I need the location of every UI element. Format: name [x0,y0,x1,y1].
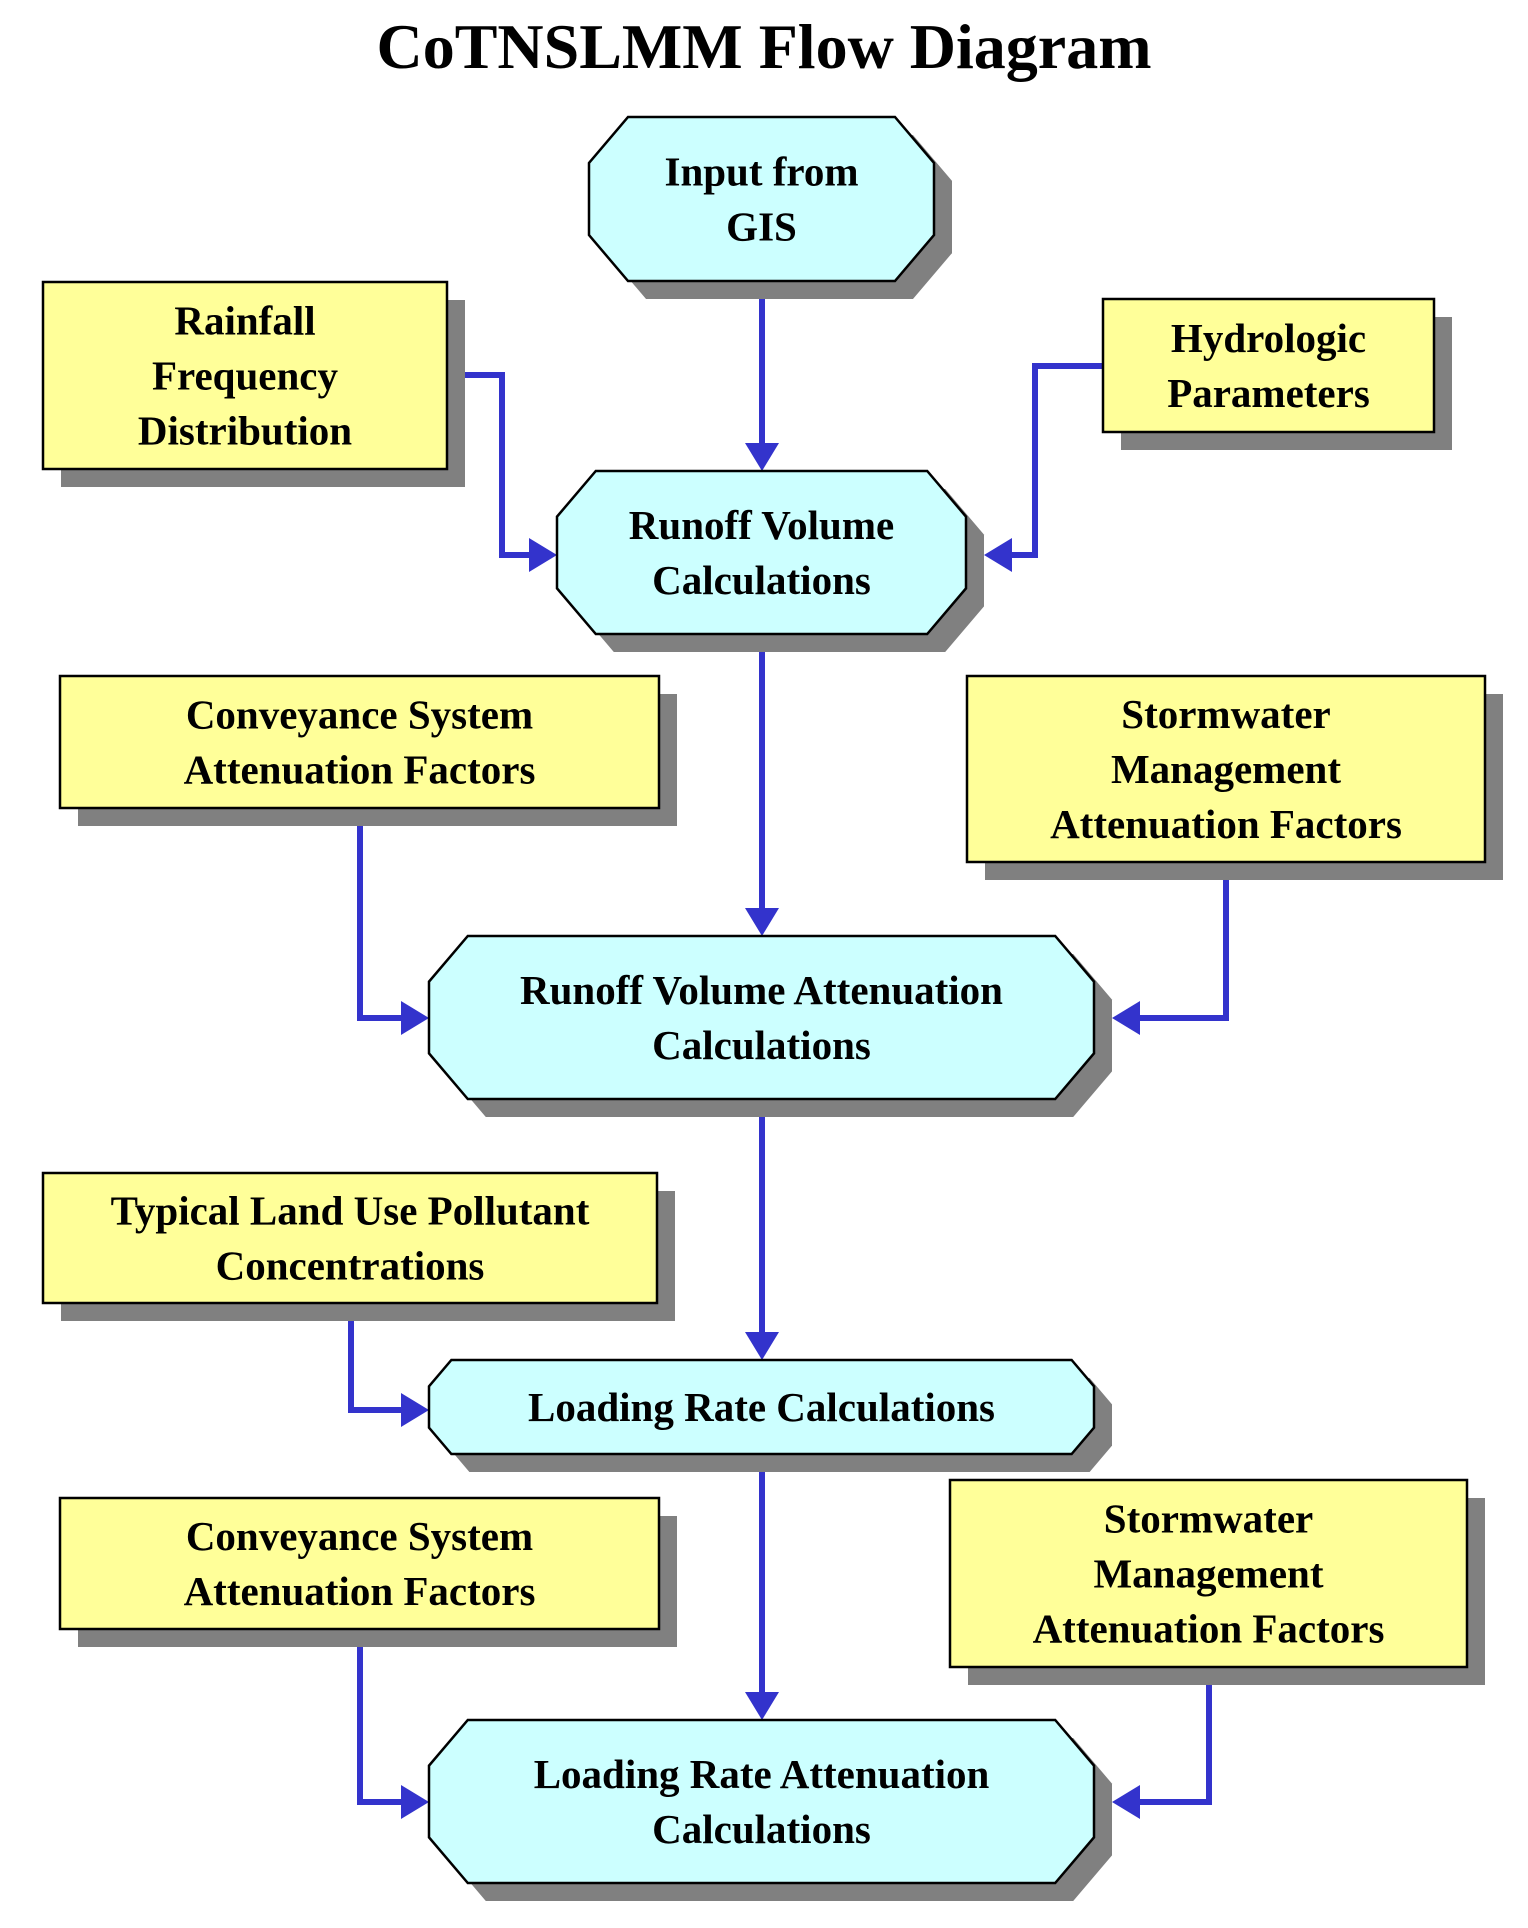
connector-stormwater-management-attenuation-factors-2-to-loading-rate-attenuation-calculations [1112,1667,1212,1819]
arrowhead-icon [745,908,779,936]
node-label-line: Input from [664,149,858,195]
connector-line [357,1629,402,1805]
arrowhead-icon [529,538,557,572]
connector-conveyance-system-attenuation-factors-1-to-runoff-volume-attenuation-calculations [357,808,429,1035]
connector-typical-land-use-pollutant-concentrations-to-loading-rate-calculations [348,1303,429,1427]
node-input-from-gis: Input from GIS [587,115,952,299]
node-rainfall-frequency-distribution: Rainfall Frequency Distribution [41,280,465,487]
process-node-shape [587,115,936,283]
node-label-line: Conveyance System [186,1513,533,1559]
arrowhead-icon [984,538,1012,572]
nodes: Input from GIS Rainfall Frequency Distributi… [41,115,1503,1901]
connector-conveyance-system-attenuation-factors-2-to-loading-rate-attenuation-calculations [357,1629,429,1819]
node-label-line: Frequency [152,353,339,399]
node-label-line: Calculations [652,557,871,603]
node-label-line: Attenuation Factors [1050,801,1402,847]
node-loading-rate-calculations: Loading Rate Calculations [427,1358,1112,1472]
node-label-line: Stormwater [1121,691,1330,737]
node-label-line: Attenuation Factors [184,1568,536,1614]
connector-line [357,808,402,1021]
connector-stormwater-management-attenuation-factors-1-to-runoff-volume-attenuation-calculations [1112,862,1229,1035]
node-label-line: Attenuation Factors [184,747,536,793]
node-runoff-volume-attenuation-calculations: Runoff Volume Attenuation Calculations [427,934,1112,1117]
arrowhead-icon [401,1393,429,1427]
node-label-line: Management [1111,746,1341,792]
connector-line [1010,363,1103,558]
connector-input-from-gis-to-runoff-volume-calculations [745,299,779,471]
node-typical-land-use-pollutant-concentrations: Typical Land Use Pollutant Concentrations [41,1171,675,1321]
arrowhead-icon [745,1692,779,1720]
node-label-line: Distribution [138,408,352,454]
arrowhead-icon [401,1785,429,1819]
connector-line [1138,1667,1212,1805]
node-label-line: Attenuation Factors [1033,1606,1385,1652]
node-hydrologic-parameters: Hydrologic Parameters [1101,297,1452,450]
node-stormwater-management-attenuation-factors-2: Stormwater Management Attenuation Factors [948,1478,1485,1685]
node-label-line: Calculations [652,1022,871,1068]
node-label-line: Stormwater [1104,1496,1313,1542]
node-label-line: Loading Rate Calculations [528,1384,995,1430]
node-loading-rate-attenuation-calculations: Loading Rate Attenuation Calculations [427,1718,1112,1901]
arrowhead-icon [1112,1785,1140,1819]
connector-hydrologic-parameters-to-runoff-volume-calculations [984,363,1103,572]
arrowhead-icon [745,443,779,471]
node-label-line: Concentrations [216,1243,485,1289]
node-label-line: Calculations [652,1806,871,1852]
node-conveyance-system-attenuation-factors-2: Conveyance System Attenuation Factors [58,1496,677,1647]
node-label-line: Loading Rate Attenuation [534,1751,990,1797]
node-conveyance-system-attenuation-factors-1: Conveyance System Attenuation Factors [58,674,677,826]
process-node-shape [427,1718,1096,1885]
connector-line [1138,862,1229,1021]
connector-loading-rate-calculations-to-loading-rate-attenuation-calculations [745,1472,779,1720]
connector-runoff-volume-calculations-to-runoff-volume-attenuation-calculations [745,652,779,936]
arrowhead-icon [745,1332,779,1360]
flow-diagram: CoTNSLMM Flow Diagram Input from GIS Rainf… [41,11,1503,1901]
process-node-shape [427,934,1096,1101]
node-label-line: Runoff Volume Attenuation [520,967,1003,1013]
node-label-line: Rainfall [174,298,315,344]
node-label-line: Hydrologic [1171,315,1366,361]
connector-runoff-volume-attenuation-calculations-to-loading-rate-calculations [745,1117,779,1360]
node-label-line: Runoff Volume [629,502,894,548]
diagram-title: CoTNSLMM Flow Diagram [376,11,1151,82]
node-label-line: Conveyance System [186,692,533,738]
node-label-line: Parameters [1167,370,1370,416]
arrowhead-icon [401,1001,429,1035]
node-runoff-volume-calculations: Runoff Volume Calculations [555,469,984,652]
node-label-line: Management [1093,1551,1323,1597]
node-stormwater-management-attenuation-factors-1: Stormwater Management Attenuation Factors [965,674,1503,880]
arrowhead-icon [1112,1001,1140,1035]
process-node-shape [555,469,968,636]
node-label-line: GIS [726,204,797,250]
node-label-line: Typical Land Use Pollutant [111,1188,590,1234]
